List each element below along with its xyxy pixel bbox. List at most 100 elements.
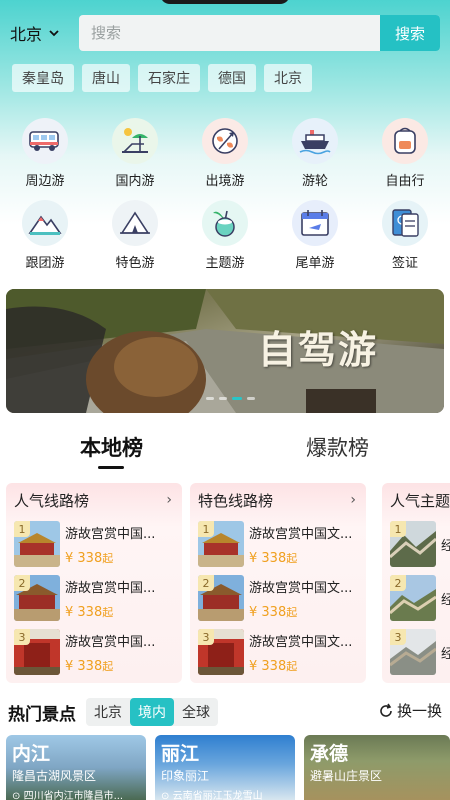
- category-ziyou[interactable]: 自由行: [360, 118, 450, 198]
- tab-local-ranking[interactable]: 本地榜: [80, 432, 143, 462]
- city-selector[interactable]: 北京: [0, 21, 78, 45]
- city-chip[interactable]: 秦皇岛: [12, 64, 74, 92]
- category-chujing[interactable]: 出境游: [180, 118, 270, 198]
- item-title: 游故宫赏中国...: [65, 634, 156, 650]
- category-label: 签证: [391, 256, 418, 271]
- thumbnail-palace: 2: [198, 575, 244, 621]
- city-chip[interactable]: 北京: [264, 64, 312, 92]
- list-item[interactable]: 2 游故宫赏中国文... ¥ 338起: [190, 571, 366, 625]
- globe-plane-icon: [202, 118, 248, 164]
- coconut-drink-icon: [202, 200, 248, 246]
- ranking-card: 特色线路榜 › 1 游故宫赏中国文... ¥ 338起 2 游故宫赏中国文...…: [190, 483, 366, 683]
- spot-city: 内江: [12, 743, 51, 765]
- hot-spot-cards: 内江 隆昌古湖风景区 ⊙ 四川省内江市隆昌市... 丽江 印象丽江 ⊙ 云南省丽…: [6, 735, 450, 800]
- spot-title: 隆昌古湖风景区: [12, 769, 97, 783]
- filter-domestic[interactable]: 境内: [130, 698, 174, 726]
- spot-card[interactable]: 丽江 印象丽江 ⊙ 云南省丽江玉龙雪山: [155, 735, 295, 800]
- rank-badge: 2: [198, 575, 214, 591]
- chevron-right-icon: ›: [166, 492, 172, 508]
- category-youlun[interactable]: 游轮: [270, 118, 360, 198]
- thumbnail-palace: 2: [14, 575, 60, 621]
- card-header[interactable]: 人气线路榜 ›: [6, 483, 182, 517]
- refresh-button[interactable]: 换一换: [378, 700, 442, 721]
- tab-hot-ranking[interactable]: 爆款榜: [306, 432, 369, 462]
- filter-global[interactable]: 全球: [174, 698, 218, 726]
- spot-address: ⊙ 云南省丽江玉龙雪山: [161, 791, 263, 800]
- card-header[interactable]: 特色线路榜 ›: [190, 483, 366, 517]
- item-price: ¥ 338起: [65, 658, 114, 674]
- city-chip[interactable]: 唐山: [82, 64, 130, 92]
- spot-address: ⊙ 四川省内江市隆昌市...: [12, 791, 124, 800]
- tab-active-indicator: [98, 466, 124, 469]
- spot-card[interactable]: 承德 避暑山庄景区: [304, 735, 450, 800]
- card-title: 人气线路榜: [14, 491, 90, 510]
- ranking-card: 人气主题 1 经 2 经 3 经: [382, 483, 450, 683]
- category-zhuti[interactable]: 主题游: [180, 200, 270, 280]
- camper-van-icon: [22, 118, 68, 164]
- section-title: 热门景点: [8, 704, 76, 725]
- spot-title: 避暑山庄景区: [310, 769, 383, 783]
- category-gentuan[interactable]: 跟团游: [0, 200, 90, 280]
- banner-image: [6, 289, 444, 413]
- category-zhoubian[interactable]: 周边游: [0, 118, 90, 198]
- region-filter: 北京 境内 全球: [86, 698, 218, 726]
- chevron-down-icon: [49, 30, 59, 37]
- status-notch: [160, 0, 290, 4]
- item-price: ¥ 338起: [249, 550, 298, 566]
- list-item[interactable]: 3 游故宫赏中国文... ¥ 338起: [190, 625, 366, 679]
- city-chip[interactable]: 德国: [208, 64, 256, 92]
- item-title: 经: [441, 538, 450, 554]
- list-item[interactable]: 1 游故宫赏中国文... ¥ 338起: [190, 517, 366, 571]
- item-title: 游故宫赏中国文...: [249, 634, 353, 650]
- list-item[interactable]: 2 经: [382, 571, 450, 625]
- rank-badge: 3: [390, 629, 406, 645]
- carousel-dot[interactable]: [247, 397, 255, 400]
- category-guonei[interactable]: 国内游: [90, 118, 180, 198]
- card-title: 人气主题: [390, 491, 450, 510]
- rank-badge: 3: [198, 629, 214, 645]
- card-title: 特色线路榜: [198, 491, 274, 510]
- list-item[interactable]: 3 经: [382, 625, 450, 679]
- category-qianzheng[interactable]: 签证: [360, 200, 450, 280]
- thumbnail-palace: 1: [198, 521, 244, 567]
- card-header[interactable]: 人气主题: [382, 483, 450, 517]
- rank-badge: 1: [14, 521, 30, 537]
- thumbnail-great-wall: 1: [390, 521, 436, 567]
- item-price: ¥ 338起: [65, 550, 114, 566]
- search-bar-row: 北京 搜索: [0, 15, 450, 51]
- search-input[interactable]: [79, 15, 380, 51]
- app-screen: 北京 搜索 秦皇岛 唐山 石家庄 德国 北京 周边游: [0, 0, 450, 800]
- hot-spots-header: 热门景点 北京 境内 全球 换一换: [0, 696, 450, 728]
- carousel-indicator: [206, 397, 255, 400]
- location-pin-icon: ⊙: [161, 791, 170, 800]
- location-pin-icon: ⊙: [12, 791, 21, 800]
- city-chip[interactable]: 石家庄: [138, 64, 200, 92]
- category-tese[interactable]: 特色游: [90, 200, 180, 280]
- search-button[interactable]: 搜索: [380, 15, 440, 51]
- list-item[interactable]: 2 游故宫赏中国... ¥ 338起: [6, 571, 182, 625]
- item-title: 经: [441, 592, 450, 608]
- beach-chair-icon: [112, 118, 158, 164]
- banner-title: 自驾游: [258, 327, 379, 372]
- category-label: 主题游: [205, 256, 245, 271]
- list-item[interactable]: 1 游故宫赏中国... ¥ 338起: [6, 517, 182, 571]
- carousel-dot[interactable]: [219, 397, 227, 400]
- spot-title: 印象丽江: [161, 769, 210, 783]
- item-title: 经: [441, 646, 450, 662]
- promo-banner[interactable]: 自驾游: [6, 289, 444, 413]
- rank-badge: 2: [14, 575, 30, 591]
- rank-badge: 2: [390, 575, 406, 591]
- carousel-dot[interactable]: [206, 397, 214, 400]
- carousel-dot-active[interactable]: [232, 397, 242, 400]
- thumbnail-palace: 3: [14, 629, 60, 675]
- list-item[interactable]: 1 经: [382, 517, 450, 571]
- rank-badge: 1: [198, 521, 214, 537]
- filter-beijing[interactable]: 北京: [86, 698, 130, 726]
- category-label: 跟团游: [25, 256, 65, 271]
- category-weidan[interactable]: 尾单游: [270, 200, 360, 280]
- item-title: 游故宫赏中国文...: [249, 580, 353, 596]
- city-label: 北京: [10, 25, 43, 44]
- list-item[interactable]: 3 游故宫赏中国... ¥ 338起: [6, 625, 182, 679]
- ranking-card: 人气线路榜 › 1 游故宫赏中国... ¥ 338起 2 游故宫赏中国... ¥…: [6, 483, 182, 683]
- spot-card[interactable]: 内江 隆昌古湖风景区 ⊙ 四川省内江市隆昌市...: [6, 735, 146, 800]
